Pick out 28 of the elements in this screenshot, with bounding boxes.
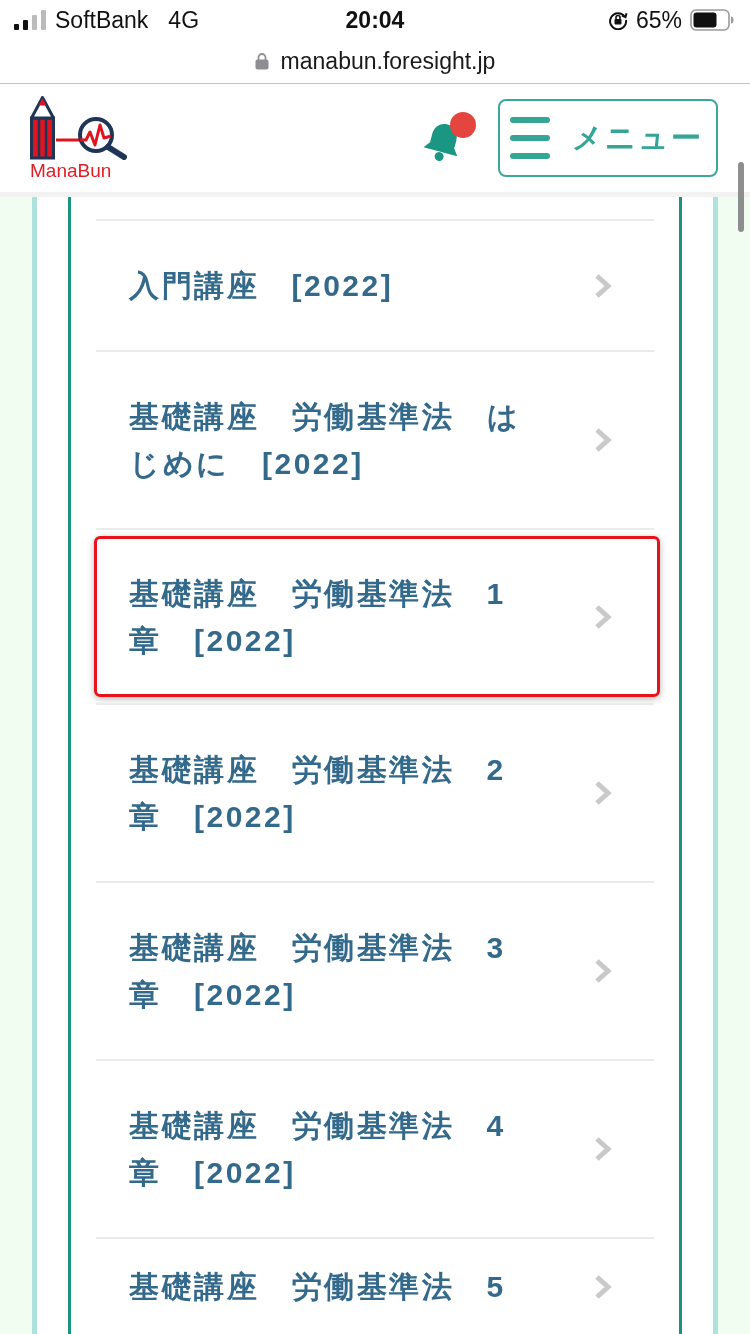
logo-text: ManaBun <box>30 161 112 180</box>
pencil-magnifier-icon[interactable] <box>30 96 128 160</box>
chevron-right-icon <box>594 958 612 984</box>
course-list-item[interactable]: 基礎講座 労働基準法 5 <box>96 1239 654 1334</box>
lock-icon <box>254 52 269 70</box>
course-list-item[interactable]: 基礎講座 労働基準法 2章 [2022] <box>96 705 654 881</box>
menu-button[interactable]: メニュー <box>498 99 718 177</box>
chevron-right-icon <box>594 427 612 453</box>
chevron-right-icon <box>594 1136 612 1162</box>
rotation-lock-icon <box>607 10 628 30</box>
chevron-right-icon <box>594 780 612 806</box>
carrier-name: SoftBank <box>55 6 149 34</box>
course-list-item[interactable]: 基礎講座 労働基準法 4章 [2022] <box>96 1061 654 1237</box>
course-list-item[interactable]: 入門講座 [2022] <box>96 221 654 350</box>
battery-icon <box>690 9 734 31</box>
menu-icon <box>510 117 550 159</box>
chevron-right-icon <box>594 1273 612 1300</box>
course-list-item[interactable]: 基礎講座 労働基準法 3章 [2022] <box>96 883 654 1059</box>
chevron-right-icon <box>594 272 612 299</box>
course-list-item[interactable]: 基礎講座 労働基準法 はじめに [2022] <box>96 352 654 528</box>
chevron-right-icon <box>594 604 612 630</box>
clock-time: 20:04 <box>345 6 405 34</box>
signal-strength-icon <box>14 10 46 30</box>
network-type: 4G <box>168 6 200 34</box>
battery-percent: 65% <box>635 6 682 34</box>
course-list-item[interactable]: 基礎講座 労働基準法 1章 [2022] <box>94 536 660 697</box>
url-text[interactable]: manabun.foresight.jp <box>280 47 496 75</box>
scrollbar-thumb <box>738 162 744 232</box>
